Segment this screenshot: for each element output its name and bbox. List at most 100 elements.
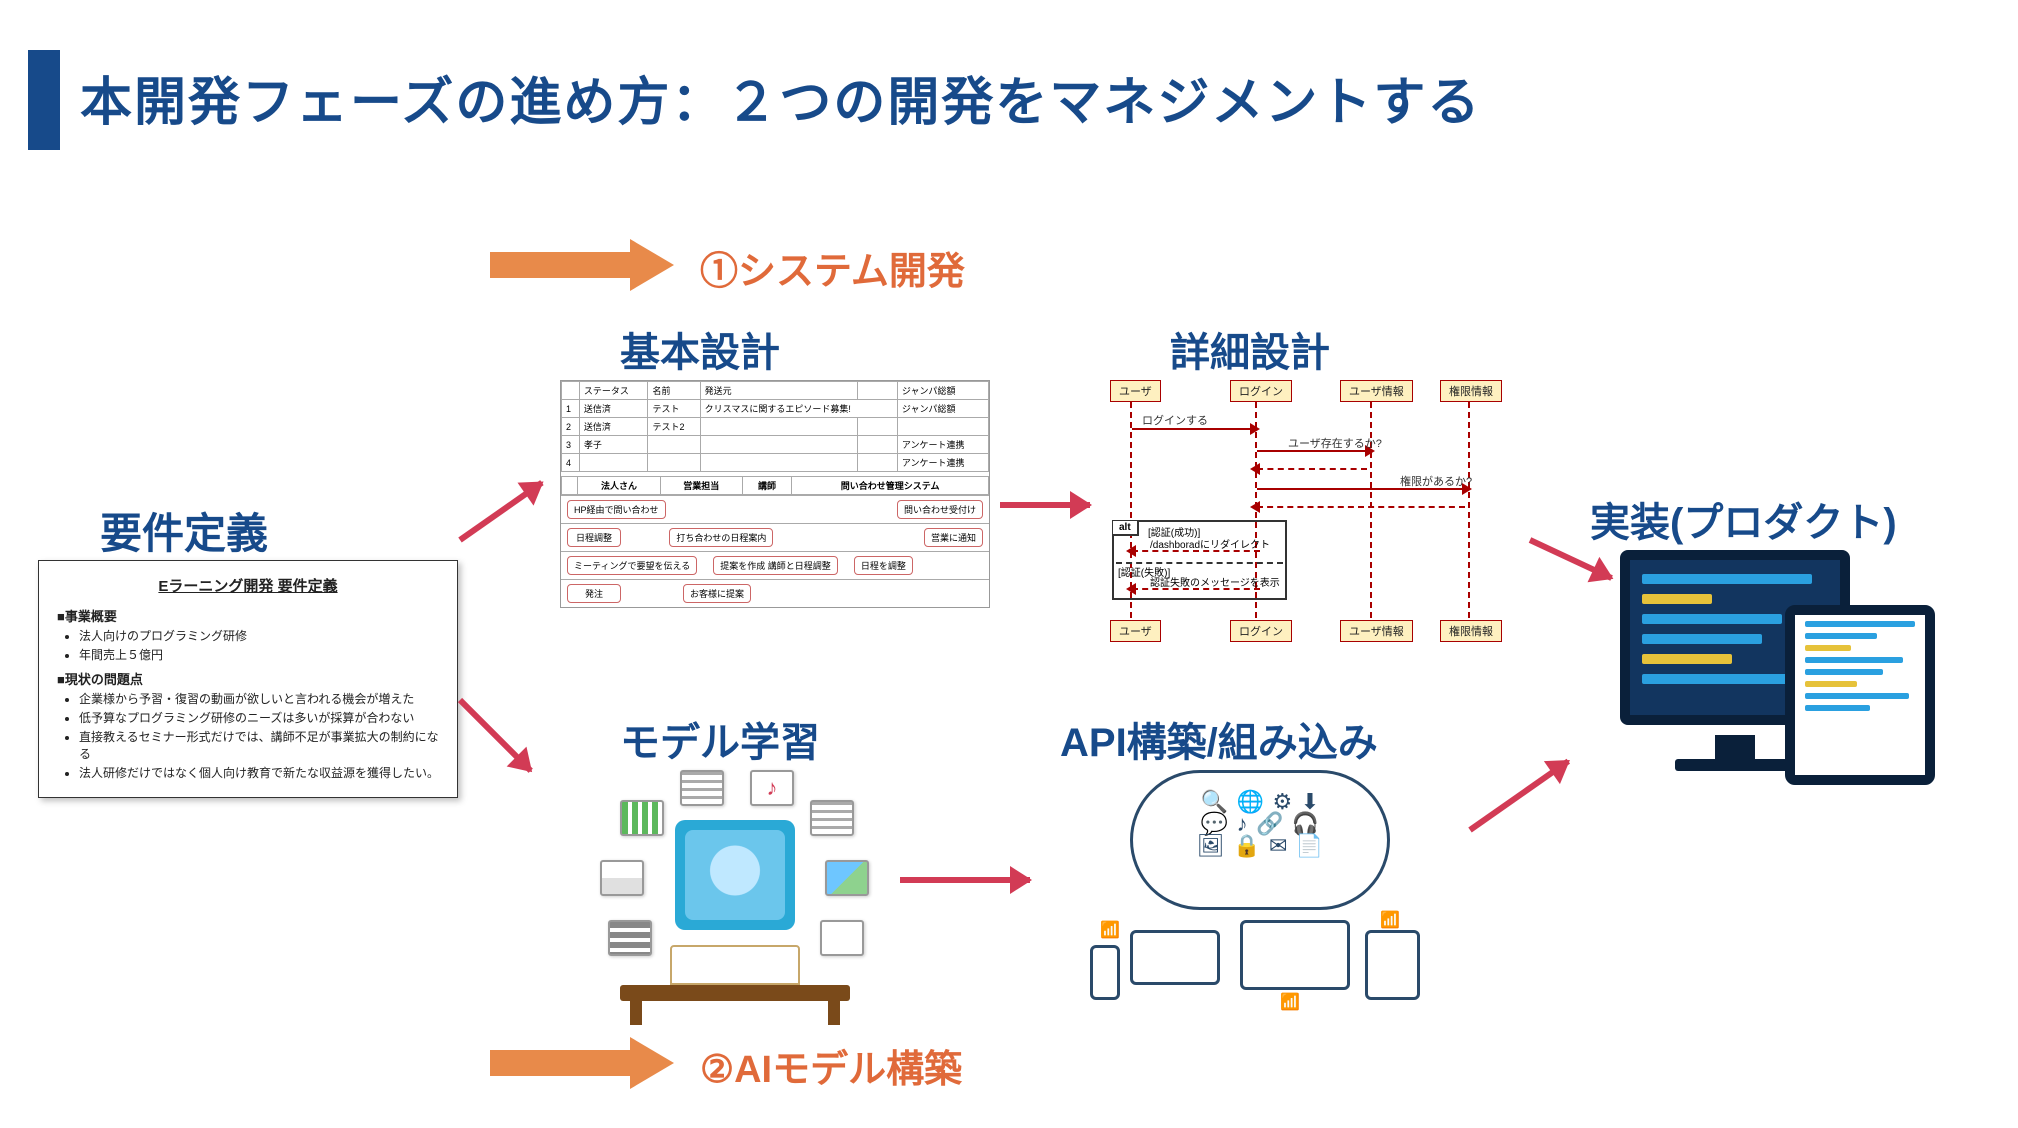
top-flow-arrow-head <box>630 239 674 291</box>
seq-arrowhead <box>1126 583 1136 595</box>
model-training-illustration: ♪ <box>600 770 870 1030</box>
message-icon: 💬 <box>1201 813 1228 835</box>
tablet-icon <box>1785 605 1935 785</box>
share-icon: 🔗 <box>1256 813 1283 835</box>
basic-design-panel: ステータス名前発送元ジャンパ総額 1送信済テストクリスマスに関するエピソード募集… <box>560 380 990 608</box>
doc-item: 直接教えるセミナー形式だけでは、講師不足が事業拡大の制約になる <box>79 728 439 762</box>
arrow-req-to-model <box>460 700 531 771</box>
flow-cell: お客様に提案 <box>683 584 751 603</box>
seq-return <box>1257 468 1367 470</box>
seq-actor: ユーザ <box>1110 620 1161 642</box>
doc-item: 低予算なプログラミング研修のニーズは多いが採算が合わない <box>79 709 439 726</box>
col-label: 営業担当 <box>660 477 742 495</box>
doc-title: Eラーニング開発 要件定義 <box>57 575 439 596</box>
doc-item: 年間売上５億円 <box>79 646 439 663</box>
seq-actor: ユーザ情報 <box>1340 380 1413 402</box>
floating-card-icon <box>680 770 724 806</box>
flow-cell: 提案を作成 講師と日程調整 <box>713 556 838 575</box>
headphones-icon: 🎧 <box>1292 813 1319 835</box>
stage-requirements-label: 要件定義 <box>100 500 268 561</box>
top-flow-label: ①システム開発 <box>700 240 965 295</box>
doc-item: 法人研修だけではなく個人向け教育で新たな収益源を獲得したい。 <box>79 764 439 781</box>
seq-actor: 権限情報 <box>1440 380 1502 402</box>
flow-cell: 営業に通知 <box>924 528 983 547</box>
doc-section-2: ■現状の問題点 <box>57 669 439 688</box>
seq-return <box>1257 506 1465 508</box>
flow-cell: 発注 <box>567 584 621 603</box>
stage-detailed-design-label: 詳細設計 <box>1170 320 1330 378</box>
monitor-stand <box>1715 735 1755 759</box>
col-label: 問い合わせ管理システム <box>792 477 989 495</box>
api-cloud-illustration: 🔍 🌐 ⚙ ⬇ 💬 ♪ 🔗 🎧 🖼 🔒 ✉ 📄 📶 📶 📶 <box>1080 770 1440 1020</box>
image-icon <box>825 860 869 896</box>
doc-item: 企業様から予習・復習の動画が欲しいと言われる機会が増えた <box>79 690 439 707</box>
flow-cell: ミーティングで要望を伝える <box>567 556 697 575</box>
chart-icon <box>820 920 864 956</box>
flow-cell: HP経由で問い合わせ <box>567 500 666 519</box>
seq-actor: ユーザ <box>1110 380 1161 402</box>
title-accent-bar <box>28 50 60 150</box>
seq-arrow <box>1132 428 1252 430</box>
flow-cell: 問い合わせ受付け <box>897 500 983 519</box>
search-icon: 🔍 <box>1201 791 1228 813</box>
stage-implementation-label: 実装(プロダクト) <box>1590 490 1897 548</box>
bottom-flow-arrow-body <box>490 1050 630 1076</box>
seq-alt-box: alt [認証(成功)] /dashboradにリダイレクト [認証(失敗)] … <box>1112 520 1287 600</box>
gear-icon: ⚙ <box>1273 791 1293 813</box>
flow-cell: 日程を調整 <box>854 556 913 575</box>
seq-msg: 権限があるか? <box>1400 473 1472 489</box>
lock-icon: 🔒 <box>1233 835 1260 857</box>
seq-arrowhead <box>1250 463 1260 475</box>
arrow-api-to-impl <box>1470 761 1568 830</box>
seq-arrowhead <box>1126 545 1136 557</box>
cloud-icon: 🔍 🌐 ⚙ ⬇ 💬 ♪ 🔗 🎧 🖼 🔒 ✉ 📄 <box>1130 770 1390 910</box>
seq-msg: /dashboradにリダイレクト <box>1150 536 1270 551</box>
monitor-icon <box>1240 920 1350 990</box>
seq-lifeline <box>1468 402 1470 620</box>
image-icon: 🖼 <box>1197 835 1225 857</box>
laptop-icon <box>1130 930 1220 985</box>
flow-cell: 打ち合わせの日程案内 <box>669 528 773 547</box>
film-icon <box>608 920 652 956</box>
col-label: 講師 <box>742 477 791 495</box>
document-icon: 📄 <box>1296 835 1323 857</box>
seq-actor: ログイン <box>1230 380 1292 402</box>
seq-alt-label: alt <box>1113 521 1139 536</box>
seq-actor: 権限情報 <box>1440 620 1502 642</box>
music-icon: ♪ <box>1237 813 1248 835</box>
seq-actor: ユーザ情報 <box>1340 620 1413 642</box>
tablet-icon <box>1365 930 1420 1000</box>
wifi-icon: 📶 <box>1100 920 1120 940</box>
floating-card-icon <box>600 860 644 896</box>
seq-msg: ユーザ存在するか? <box>1288 435 1382 451</box>
doc-section-1: ■事業概要 <box>57 606 439 625</box>
flow-cell: 日程調整 <box>567 528 621 547</box>
stage-model-training-label: モデル学習 <box>620 710 820 768</box>
download-icon: ⬇ <box>1301 791 1319 813</box>
desk-icon <box>620 985 850 1001</box>
stage-api-build-label: API構築/組み込み <box>1060 710 1378 768</box>
stage-basic-design-label: 基本設計 <box>620 320 780 378</box>
seq-msg: ログインする <box>1142 412 1208 428</box>
col-label: 法人さん <box>578 477 660 495</box>
music-note-icon: ♪ <box>750 770 794 806</box>
implementation-illustration <box>1620 550 1940 810</box>
brain-icon <box>675 820 795 930</box>
envelope-icon: ✉ <box>1269 835 1287 857</box>
sequence-panel: ユーザ ログイン ユーザ情報 権限情報 ユーザ ログイン ユーザ情報 権限情報 … <box>1100 380 1520 650</box>
seq-actor: ログイン <box>1230 620 1292 642</box>
phone-icon <box>1090 945 1120 1000</box>
doc-item: 法人向けのプログラミング研修 <box>79 627 439 644</box>
seq-arrowhead <box>1250 501 1260 513</box>
wifi-icon: 📶 <box>1380 910 1400 930</box>
requirements-doc: Eラーニング開発 要件定義 ■事業概要 法人向けのプログラミング研修 年間売上５… <box>38 560 458 798</box>
globe-icon: 🌐 <box>1237 791 1264 813</box>
wifi-icon: 📶 <box>1280 992 1300 1012</box>
seq-msg: 認証失敗のメッセージを表示 <box>1150 574 1280 589</box>
floating-card-icon <box>620 800 664 836</box>
slide-title: 本開発フェーズの進め方：２つの開発をマネジメントする <box>80 60 1481 135</box>
floating-card-icon <box>810 800 854 836</box>
seq-arrowhead <box>1250 423 1260 435</box>
top-flow-arrow-body <box>490 252 630 278</box>
bottom-flow-label: ②AIモデル構築 <box>700 1038 962 1093</box>
